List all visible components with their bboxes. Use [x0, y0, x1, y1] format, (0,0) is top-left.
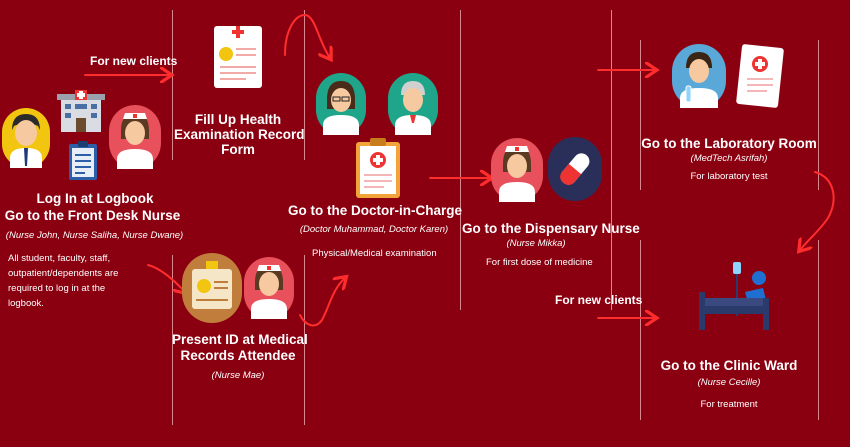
fill-up-title: Form [221, 142, 255, 157]
login-title: Log In at Logbook [36, 191, 154, 206]
front-desk-title: Go to the Front Desk Nurse [4, 208, 181, 223]
present-id-title: Records Attendee [180, 348, 296, 363]
medical-clipboard-icon [354, 136, 402, 198]
arrow-login-to-id [147, 264, 185, 292]
arrow-id-to-doctor [299, 278, 345, 327]
clipboard-icon [68, 140, 98, 180]
nurse-icon [491, 138, 543, 202]
present-id-title: Present ID at Medical [172, 332, 308, 347]
hospital-building-icon [57, 90, 105, 132]
male-doctor-icon [388, 73, 438, 135]
lab-technician-icon [672, 44, 726, 108]
laboratory-title: Go to the Laboratory Room [641, 136, 817, 151]
id-card-icon [182, 253, 242, 323]
present-id-staff: (Nurse Mae) [211, 370, 265, 381]
male-staff-icon [2, 108, 50, 168]
dispensary-title: Go to the Dispensary Nurse [462, 221, 640, 236]
arrow-fill-up-to-doctor [284, 13, 330, 58]
front-desk-staff: (Nurse John, Nurse Saliha, Nurse Dwane) [5, 230, 184, 241]
login-note-line: logbook. [8, 298, 44, 309]
fill-up-title: Fill Up Health [194, 112, 282, 127]
new-clients-label: For new clients [90, 54, 178, 68]
login-note-line: required to log in at the [8, 283, 106, 294]
pill-capsule-icon [548, 137, 602, 201]
fill-up-title: Examination Record [174, 127, 305, 142]
hospital-bed-patient-icon [693, 258, 773, 334]
arrow-lab-to-ward [800, 171, 835, 250]
dispensary-note: For first dose of medicine [486, 257, 593, 268]
clinic-ward-staff: (Nurse Cecille) [697, 377, 761, 388]
login-note-line: outpatient/dependents are [8, 268, 119, 279]
laboratory-note: For laboratory test [690, 171, 768, 182]
doctor-title: Go to the Doctor-in-Charge [288, 203, 462, 218]
doctor-staff: (Doctor Muhammad, Doctor Karen) [299, 224, 449, 235]
lab-report-icon [735, 42, 785, 108]
new-clients-label: For new clients [555, 293, 643, 307]
dispensary-staff: (Nurse Mikka) [506, 238, 566, 249]
laboratory-staff: (MedTech Asrifah) [690, 153, 768, 164]
nurse-icon [109, 105, 161, 169]
login-note-line: All student, faculty, staff, [8, 253, 111, 264]
doctor-note: Physical/Medical examination [312, 248, 437, 259]
health-form-icon [212, 24, 264, 90]
process-flow-diagram: Log In at Logbook Go to the Front Desk N… [0, 0, 850, 447]
nurse-icon [244, 257, 294, 319]
clinic-ward-title: Go to the Clinic Ward [660, 358, 798, 373]
female-doctor-icon [316, 73, 366, 135]
clinic-ward-note: For treatment [700, 399, 758, 410]
